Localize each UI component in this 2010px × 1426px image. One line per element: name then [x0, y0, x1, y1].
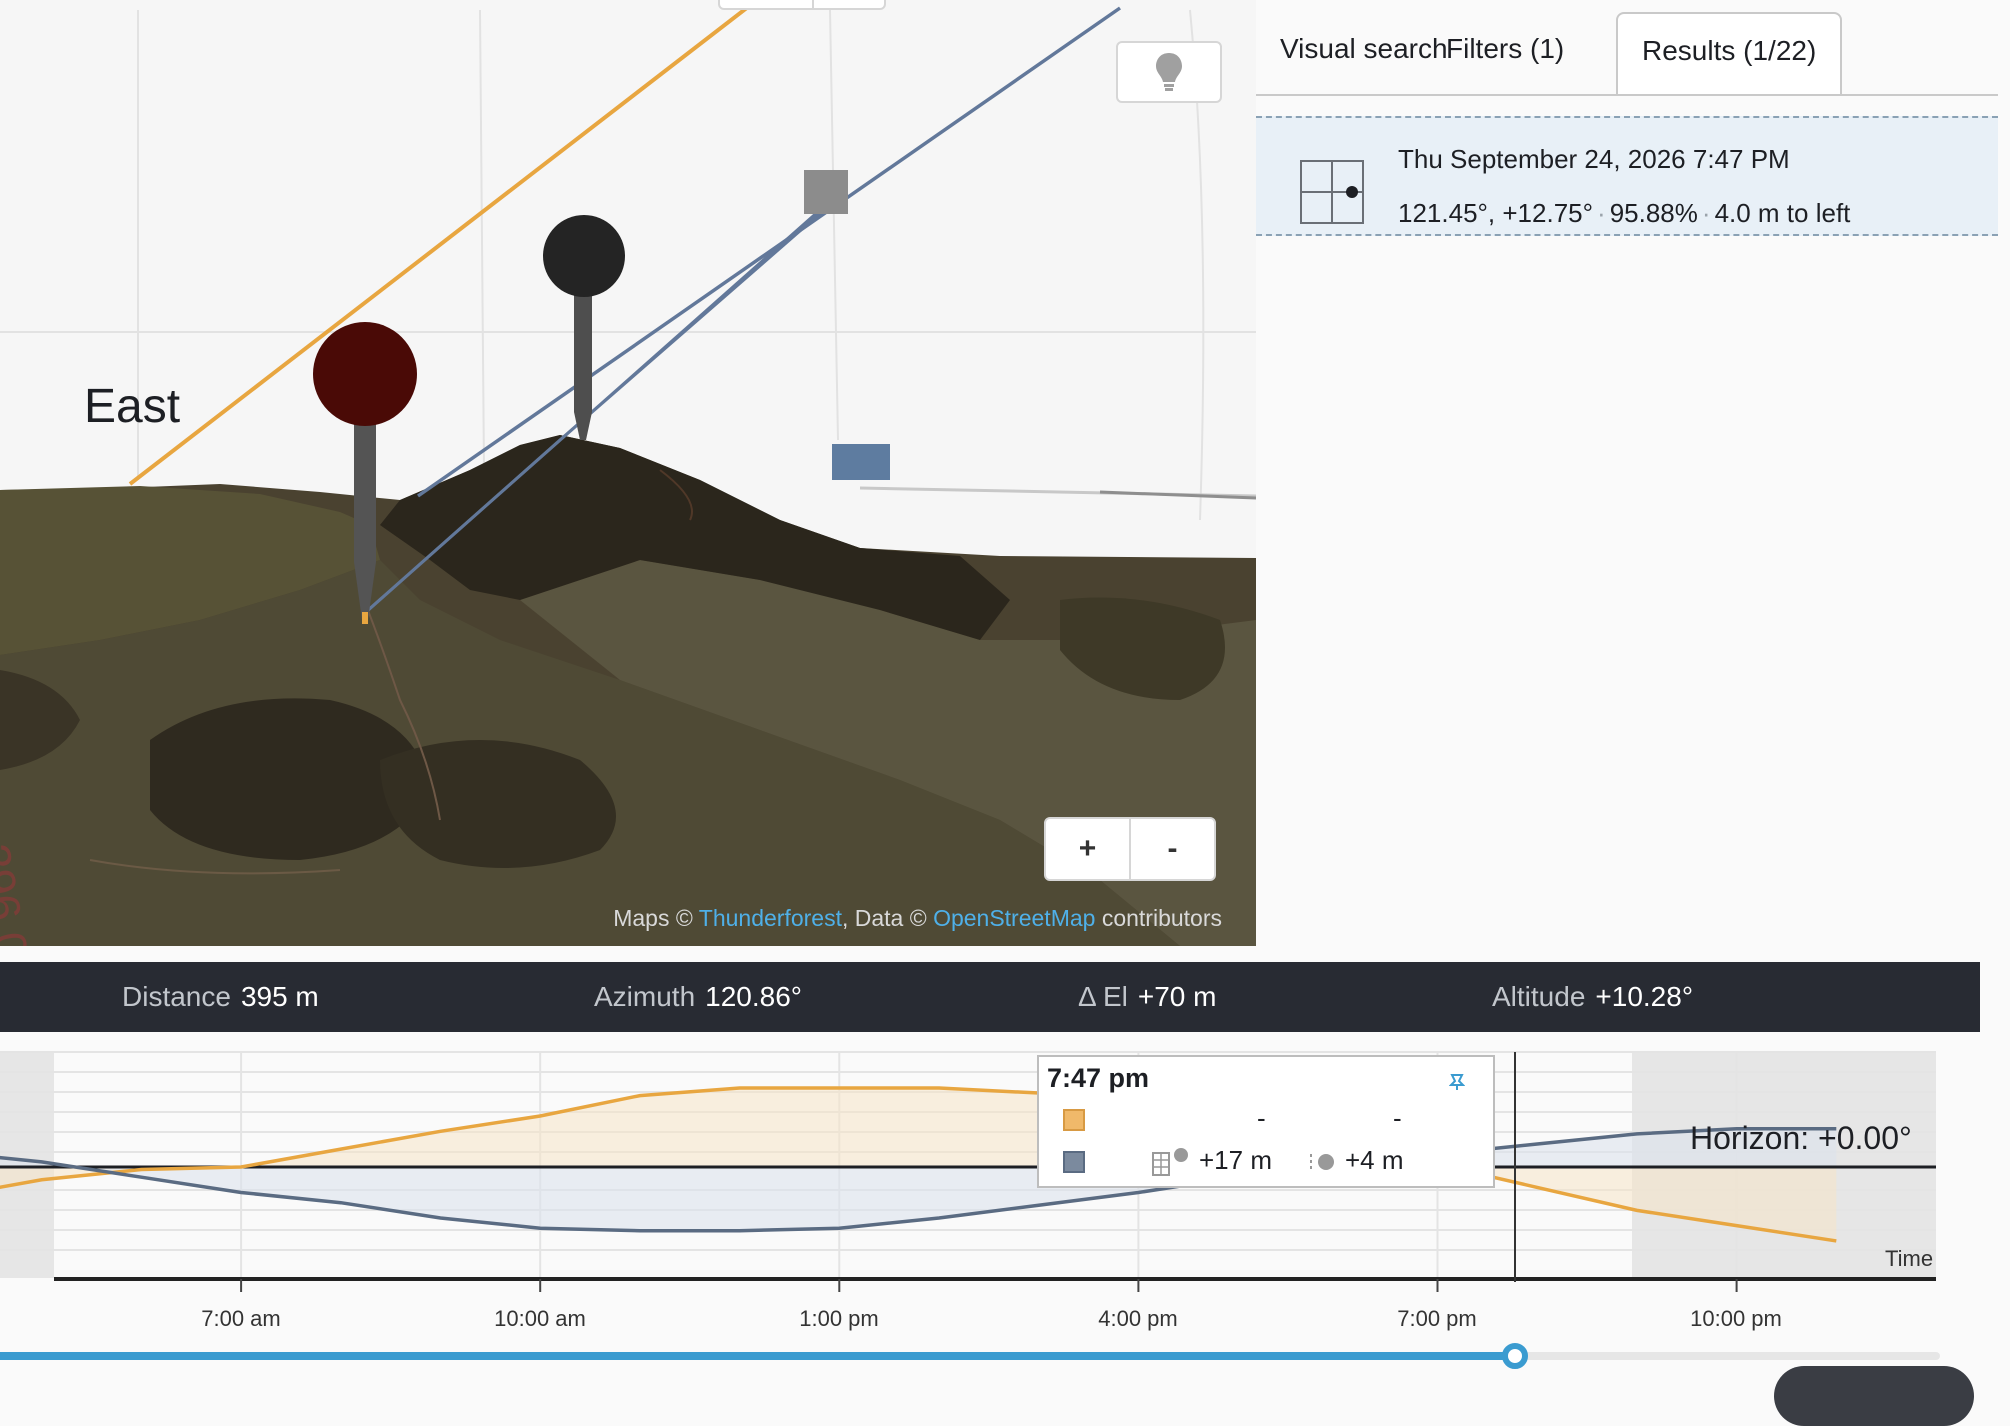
sky-grid: [0, 9, 1256, 521]
stat-label: Azimuth: [594, 981, 696, 1012]
tab-bar: Visual search Filters (1) Results (1/22): [1256, 12, 1998, 96]
tick-label: 7:00 am: [201, 1306, 281, 1331]
stat-value: +70 m: [1137, 981, 1217, 1012]
chart-tooltip: 7:47 pm - - +17 m +4 m: [1037, 1055, 1495, 1188]
sun-swatch: [1063, 1109, 1085, 1131]
tick-label: 10:00 pm: [1690, 1306, 1782, 1331]
target-swatch: [1063, 1151, 1085, 1173]
tick-label: 10:00 am: [494, 1306, 586, 1331]
tick-label: 7:00 pm: [1397, 1306, 1477, 1331]
zoom-out-button[interactable]: -: [1129, 819, 1214, 879]
attribution-suffix: contributors: [1095, 905, 1222, 931]
stat-label: Altitude: [1492, 981, 1586, 1012]
tick-label: 1:00 pm: [799, 1306, 879, 1331]
stat-altitude: Altitude +10.28°: [1492, 962, 1693, 1032]
floating-action-button[interactable]: [1774, 1366, 1974, 1426]
stat-value: 395 m: [240, 981, 319, 1012]
result-offset: 4.0 m to left: [1714, 198, 1851, 228]
target-offset-value: +4 m: [1345, 1145, 1404, 1175]
pin-icon[interactable]: [1449, 1073, 1465, 1091]
x-axis-title: Time: [1885, 1246, 1934, 1271]
tab-filters[interactable]: Filters (1): [1422, 12, 1588, 92]
zoom-in-button[interactable]: +: [1046, 819, 1129, 879]
stat-distance: Distance 395 m: [122, 962, 319, 1032]
stat-delta-elevation: Δ El +70 m: [1078, 962, 1216, 1032]
horizon-label: Horizon: +0.00°: [1690, 1120, 1912, 1156]
result-item[interactable]: Thu September 24, 2026 7:47 PM 121.45°, …: [1256, 116, 1998, 236]
side-panel: Visual search Filters (1) Results (1/22)…: [1256, 0, 2010, 946]
zoom-control: + -: [1044, 817, 1216, 881]
tick-label: 4:00 pm: [1098, 1306, 1178, 1331]
stat-value: +10.28°: [1595, 981, 1694, 1012]
result-details: 121.45°, +12.75° · 95.88% · 4.0 m to left: [1398, 198, 1851, 228]
lightbulb-icon: [1156, 53, 1182, 91]
attribution-prefix: Maps ©: [613, 905, 699, 931]
result-match: 95.88%: [1609, 198, 1698, 228]
stat-label: Δ El: [1078, 981, 1128, 1012]
result-datetime: Thu September 24, 2026 7:47 PM: [1398, 144, 1790, 174]
terrain-scene[interactable]: 296.0 East: [0, 0, 1256, 946]
azimuth-marker: [832, 444, 890, 480]
map-3d-view[interactable]: 296.0 East + - Maps © Thunderforest, Dat…: [0, 0, 1256, 946]
openstreetmap-link[interactable]: OpenStreetMap: [933, 905, 1095, 931]
target-height-value: +17 m: [1199, 1145, 1272, 1175]
top-control-stub[interactable]: [718, 0, 886, 10]
target-marker[interactable]: [804, 170, 848, 214]
sun-value-1: -: [1257, 1103, 1266, 1133]
stat-value: 120.86°: [705, 981, 802, 1012]
compass-label-east: East: [84, 380, 180, 433]
stat-azimuth: Azimuth 120.86°: [594, 962, 802, 1032]
target-pin[interactable]: [543, 215, 625, 440]
separator: ·: [1701, 198, 1711, 228]
tab-results[interactable]: Results (1/22): [1616, 12, 1843, 94]
stat-label: Distance: [122, 981, 231, 1012]
lightbulb-button[interactable]: [1116, 41, 1222, 103]
building-height-icon: [1152, 1148, 1188, 1176]
separator: ·: [1597, 198, 1606, 228]
attribution-mid: , Data ©: [841, 905, 934, 931]
map-attribution: Maps © Thunderforest, Data © OpenStreetM…: [613, 905, 1222, 932]
sun-value-2: -: [1393, 1103, 1402, 1133]
tooltip-time: 7:47 pm: [1047, 1063, 1150, 1093]
result-azimuth: 121.45°: [1398, 198, 1488, 228]
stats-bar: Distance 395 m Azimuth 120.86° Δ El +70 m A…: [0, 962, 1980, 1032]
thunderforest-link[interactable]: Thunderforest: [699, 905, 842, 931]
elevation-offset-icon: [1310, 1154, 1334, 1170]
position-grid-icon: [1300, 160, 1364, 224]
time-slider-thumb[interactable]: [1502, 1343, 1528, 1369]
result-elevation: +12.75°: [1502, 198, 1594, 228]
